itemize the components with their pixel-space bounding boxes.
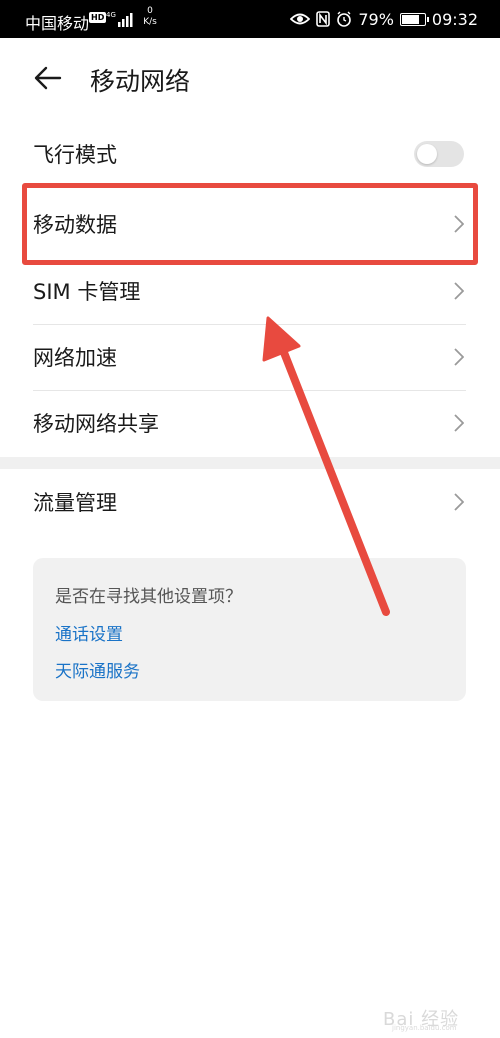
network-acceleration-row[interactable]: 网络加速 [33, 333, 466, 381]
network-type-label: 4G [106, 11, 116, 19]
airplane-mode-row[interactable]: 飞行模式 [33, 130, 466, 178]
suggestion-question: 是否在寻找其他设置项？ [55, 587, 242, 607]
nfc-icon [316, 11, 331, 27]
chevron-right-icon [454, 493, 464, 511]
battery-level [401, 14, 420, 24]
page-title: 移动网络 [90, 67, 191, 96]
call-settings-link[interactable]: 通话设置 [55, 620, 123, 645]
skytone-service-link[interactable]: 天际通服务 [55, 657, 140, 682]
suggestion-card: 是否在寻找其他设置项？ 通话设置 天际通服务 [33, 558, 466, 701]
chevron-right-icon [454, 414, 464, 432]
mobile-data-row[interactable]: 移动数据 [33, 200, 466, 248]
eye-icon [290, 13, 311, 25]
data-usage-label: 流量管理 [33, 491, 117, 515]
signal-icon: 4G [106, 11, 133, 27]
sim-management-label: SIM 卡管理 [33, 280, 141, 304]
divider [33, 324, 466, 325]
network-speed: 0 K/s [140, 6, 160, 28]
chevron-right-icon [454, 282, 464, 300]
divider [33, 390, 466, 391]
data-usage-row[interactable]: 流量管理 [33, 478, 466, 526]
chevron-right-icon [454, 348, 464, 366]
hotspot-row[interactable]: 移动网络共享 [33, 399, 466, 447]
clock: 09:32 [431, 9, 478, 29]
alarm-icon [337, 11, 352, 27]
arrow-left-icon[interactable] [33, 63, 63, 93]
sim-management-row[interactable]: SIM 卡管理 [33, 267, 466, 315]
hotspot-label: 移动网络共享 [33, 412, 159, 436]
battery-percent: 79% [358, 9, 394, 29]
carrier-name: 中国移动 [25, 14, 90, 33]
mobile-data-label: 移动数据 [33, 213, 117, 237]
status-icons: 79% 09:32 [290, 9, 478, 29]
watermark-url: jingyan.baidu.com [392, 1024, 457, 1032]
airplane-mode-toggle[interactable] [414, 141, 464, 167]
network-acceleration-label: 网络加速 [33, 346, 117, 370]
chevron-right-icon [454, 215, 464, 233]
speed-value: 0 [147, 6, 153, 16]
section-separator [0, 457, 500, 469]
toggle-knob [417, 144, 437, 164]
battery-icon [399, 12, 429, 26]
airplane-mode-label: 飞行模式 [33, 143, 117, 167]
hd-badge: HD [89, 12, 107, 23]
speed-unit: K/s [143, 17, 157, 27]
status-bar: 中国移动 HD 4G 0 K/s 79% 09:32 [0, 0, 500, 38]
